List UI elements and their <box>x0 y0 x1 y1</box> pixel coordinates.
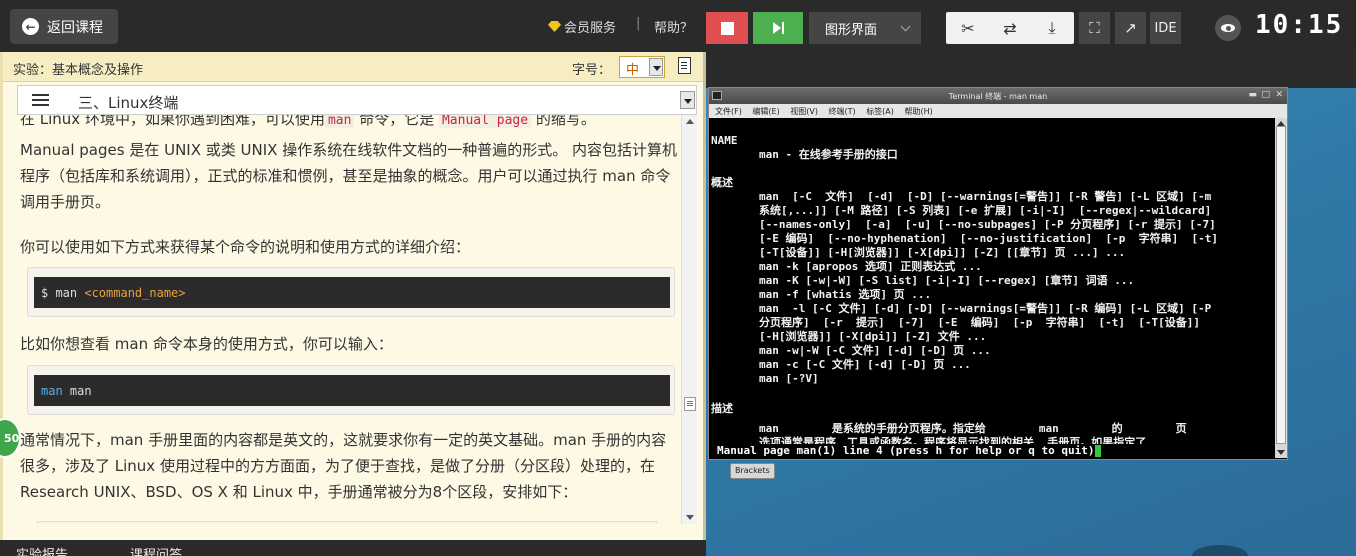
maximize-icon[interactable]: □ <box>1261 90 1270 100</box>
code-block: $ man <command_name> <box>27 267 675 317</box>
swap-screen-icon[interactable]: ⇄ <box>989 12 1031 44</box>
dock-item[interactable] <box>1192 545 1248 556</box>
list-menu-icon <box>32 94 49 106</box>
clipboard-tool-group: ✂ ⇄ ⤓ <box>946 12 1074 44</box>
terminal-line: [--names-only] [-a] [-u] [--no-subpages]… <box>759 218 1216 231</box>
terminal-status-line: Manual page man(1) line 4 (press h for h… <box>709 444 1275 458</box>
document-icon[interactable] <box>678 57 691 74</box>
close-icon[interactable]: ✕ <box>1275 90 1283 100</box>
lab-title: 实验：基本概念及操作 <box>13 63 144 78</box>
terminal-window[interactable]: Terminal 终端 - man man ▬ □ ✕ 文件(F) 编辑(E) … <box>708 87 1288 460</box>
timer-clock: 10:15 <box>1255 10 1344 40</box>
toc-current-section: 三、Linux终端 <box>78 94 179 112</box>
arrow-left-icon: ← <box>22 18 39 35</box>
terminal-line: man -c [-C 文件] [-d] [-D] 页 ... <box>759 358 971 371</box>
font-size-label: 字号： <box>572 63 612 78</box>
dropdown-arrow-icon <box>680 91 695 109</box>
terminal-line: man - 在线参考手册的接口 <box>759 148 898 161</box>
bottom-tabs: 实验报告 课程问答 <box>0 540 706 556</box>
terminal-line: 分页程序] [-r 提示] [-7] [-E 编码] [-p 字符串] [-t]… <box>759 316 1201 329</box>
content-scrollbar[interactable] <box>681 115 697 524</box>
open-external-icon[interactable]: ↗ <box>1115 12 1146 44</box>
download-icon[interactable]: ⤓ <box>1031 12 1073 44</box>
top-bar: ← 返回课程 会员服务 | 帮助？ 图形界面 ✂ ⇄ ⤓ ⛶ ↗ IDE 10:… <box>0 0 1356 52</box>
mode-select[interactable]: 图形界面 <box>809 12 921 44</box>
inline-code: Manual page <box>438 115 532 128</box>
tab-course-qa[interactable]: 课程问答 <box>130 544 182 556</box>
scissors-icon[interactable]: ✂ <box>947 12 989 44</box>
diamond-icon <box>548 21 561 32</box>
terminal-titlebar: Terminal 终端 - man man ▬ □ ✕ <box>709 88 1287 104</box>
terminal-line: man 是系统的手册分页程序。指定给 man 的 页 <box>759 422 1187 435</box>
chevron-down-icon <box>900 21 911 32</box>
terminal-menubar: 文件(F) 编辑(E) 视图(V) 终端(T) 标签(A) 帮助(H) <box>709 104 1287 118</box>
terminal-menu-edit[interactable]: 编辑(E) <box>752 107 779 116</box>
member-service-label: 会员服务 <box>564 21 617 36</box>
paragraph-intro: 在 Linux 环境中，如果你遇到困难，可以使用 man 命令，它是 Manual… <box>20 115 596 128</box>
toc-select[interactable]: 三、Linux终端 <box>17 85 697 115</box>
scroll-thumb[interactable] <box>1276 126 1286 444</box>
topbar-divider: | <box>636 16 641 31</box>
terminal-menu-terminal[interactable]: 终端(T) <box>829 107 856 116</box>
paragraph-sections: 通常情况下，man 手册里面的内容都是英文的，这就要求你有一定的英文基础。man… <box>20 431 667 501</box>
terminal-line: [-E 编码] [--no-hyphenation] [--no-justifi… <box>759 232 1218 245</box>
minimize-icon[interactable]: ▬ <box>1248 90 1257 100</box>
stop-button[interactable] <box>706 12 748 44</box>
member-service-link[interactable]: 会员服务 <box>548 17 616 36</box>
terminal-icon <box>712 91 722 100</box>
dropdown-arrow-icon <box>649 58 663 76</box>
terminal-line: man [-C 文件] [-d] [-D] [--warnings[=警告]] … <box>759 190 1212 203</box>
scroll-down-icon[interactable] <box>1277 450 1285 455</box>
scroll-down-icon[interactable] <box>686 515 694 520</box>
play-next-icon <box>772 22 781 34</box>
eye-icon[interactable] <box>1215 15 1241 41</box>
inline-code: man <box>324 115 355 128</box>
tab-lab-report[interactable]: 实验报告 <box>16 544 68 556</box>
terminal-scrollbar[interactable] <box>1275 118 1287 458</box>
paragraph-usage: 你可以使用如下方式来获得某个命令的说明和使用方式的详细介绍： <box>20 238 471 256</box>
terminal-line: man [-?V] <box>759 372 819 385</box>
back-button-label: 返回课程 <box>47 19 103 36</box>
paragraph-example: 比如你想查看 man 命令本身的使用方式，你可以输入： <box>20 335 393 353</box>
lab-header: 实验：基本概念及操作 字号： 中 <box>3 52 703 82</box>
terminal-line: 描述 <box>711 402 733 415</box>
terminal-line: NAME <box>711 134 738 147</box>
terminal-menu-help[interactable]: 帮助(H) <box>904 107 932 116</box>
terminal-output[interactable]: NAME man - 在线参考手册的接口概述 man [-C 文件] [-d] [-… <box>709 118 1275 458</box>
stop-icon <box>720 21 734 35</box>
terminal-menu-file[interactable]: 文件(F) <box>715 107 742 116</box>
terminal-line: man -l [-C 文件] [-d] [-D] [--warnings[=警告… <box>759 302 1212 315</box>
scroll-up-icon[interactable] <box>686 119 694 124</box>
mode-select-value: 图形界面 <box>825 22 878 38</box>
terminal-line: 概述 <box>711 176 733 189</box>
terminal-line: man -k [apropos 选项] 正则表达式 ... <box>759 260 982 273</box>
terminal-line: [-T[设备]] [-H[浏览器]] [-X[dpi]] [-Z] [[章节] … <box>759 246 1126 259</box>
next-step-button[interactable] <box>753 12 803 44</box>
terminal-line: man -K [-w|-W] [-S list] [-i|-I] [--rege… <box>759 274 1135 287</box>
font-size-value: 中 <box>626 63 640 78</box>
code-block <box>37 521 657 524</box>
app-root: ← 返回课程 会员服务 | 帮助？ 图形界面 ✂ ⇄ ⤓ ⛶ ↗ IDE 10:… <box>0 0 1356 556</box>
tooltip-brackets: Brackets <box>730 463 775 479</box>
lab-panel: 实验：基本概念及操作 字号： 中 三、Linux终端 在 Linux 环境中，如… <box>0 52 706 556</box>
terminal-menu-view[interactable]: 视图(V) <box>790 107 818 116</box>
ide-button[interactable]: IDE <box>1150 12 1181 44</box>
font-size-select[interactable]: 中 <box>619 56 665 78</box>
terminal-cursor <box>1094 445 1101 457</box>
terminal-line: man -f [whatis 选项] 页 ... <box>759 288 932 301</box>
lab-content: 在 Linux 环境中，如果你遇到困难，可以使用 man 命令，它是 Manual… <box>17 115 681 524</box>
terminal-line: man -w|-W [-C 文件] [-d] [-D] 页 ... <box>759 344 991 357</box>
remote-desktop[interactable]: Terminal 终端 - man man ▬ □ ✕ 文件(F) 编辑(E) … <box>706 52 1356 556</box>
fullscreen-icon[interactable]: ⛶ <box>1079 12 1110 44</box>
terminal-title: Terminal 终端 - man man <box>948 92 1048 101</box>
terminal-line: 系统[,...]] [-M 路径] [-S 列表] [-e 扩展] [-i|-I… <box>759 204 1212 217</box>
terminal-menu-tabs[interactable]: 标签(A) <box>866 107 894 116</box>
back-to-course-button[interactable]: ← 返回课程 <box>10 9 118 44</box>
code-block: man man <box>27 365 675 415</box>
scroll-thumb[interactable] <box>684 397 696 411</box>
terminal-line: [-H[浏览器]] [-X[dpi]] [-Z] 文件 ... <box>759 330 987 343</box>
paragraph-manual-pages: Manual pages 是在 UNIX 或类 UNIX 操作系统在线软件文档的… <box>20 141 677 211</box>
help-link[interactable]: 帮助？ <box>654 17 693 36</box>
